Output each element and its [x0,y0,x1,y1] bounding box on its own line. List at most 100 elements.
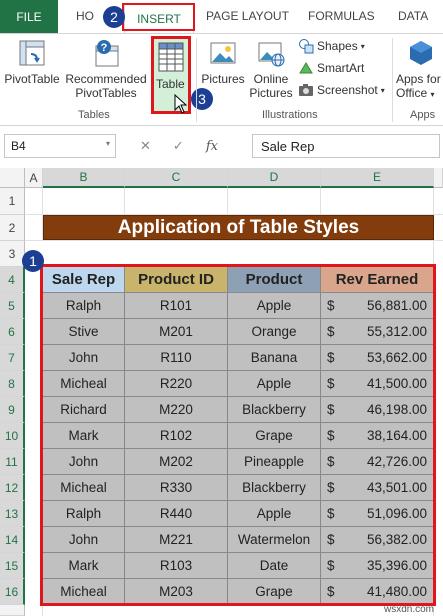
column-header[interactable]: D [228,168,321,188]
row-header[interactable]: 16 [0,579,25,605]
name-box[interactable]: B4 [4,134,116,158]
table-cell[interactable]: R103 [125,553,228,579]
table-cell-currency[interactable]: $55,312.00 [321,319,434,345]
online-pictures-icon [258,42,285,67]
apps-for-office-button[interactable]: Apps for Office ▾ [396,38,443,102]
table-cell[interactable]: Grape [228,423,321,449]
recommended-pivottables-button[interactable]: ? Recommended PivotTables [62,38,150,100]
table-cell[interactable]: R440 [125,501,228,527]
table-cell[interactable]: Micheal [43,579,125,605]
table-cell[interactable]: Apple [228,501,321,527]
row-header[interactable]: 7 [0,345,25,371]
row-header[interactable]: 4 [0,267,25,293]
table-cell-currency[interactable]: $56,881.00 [321,293,434,319]
table-cell[interactable]: John [43,345,125,371]
table-cell[interactable]: Banana [228,345,321,371]
table-cell[interactable]: R110 [125,345,228,371]
table-cell[interactable]: M201 [125,319,228,345]
table-cell[interactable]: Mark [43,553,125,579]
table-cell[interactable]: M202 [125,449,228,475]
row-header[interactable]: 8 [0,371,25,397]
table-cell[interactable]: Grape [228,579,321,605]
column-header[interactable]: C [125,168,228,188]
table-cell[interactable]: Apple [228,371,321,397]
shapes-button[interactable]: Shapes ▾ [298,38,365,54]
row-header[interactable]: 14 [0,527,25,553]
table-header-cell[interactable]: Product ID [125,267,228,293]
table-cell[interactable]: M220 [125,397,228,423]
table-cell-currency[interactable]: $41,500.00 [321,371,434,397]
row-header[interactable]: 1 [0,188,25,215]
table-cell[interactable]: R101 [125,293,228,319]
table-cell[interactable]: Orange [228,319,321,345]
row-header[interactable]: 12 [0,475,25,501]
pivottable-button[interactable]: PivotTable [4,38,60,86]
row-header[interactable]: 6 [0,319,25,345]
table-cell-currency[interactable]: $43,501.00 [321,475,434,501]
tab-data[interactable]: DATA [398,9,428,23]
table-cell[interactable]: R220 [125,371,228,397]
tab-file[interactable]: FILE [0,0,58,33]
table-header-cell[interactable]: Rev Earned [321,267,434,293]
smartart-button[interactable]: SmartArt [298,60,364,76]
formula-input[interactable]: Sale Rep [252,134,440,158]
table-cell-currency[interactable]: $38,164.00 [321,423,434,449]
table-button[interactable]: Table [151,36,191,114]
enter-icon[interactable]: ✓ [173,138,184,154]
table-cell[interactable]: Ralph [43,293,125,319]
tab-page-layout[interactable]: PAGE LAYOUT [206,9,289,23]
column-header[interactable]: A [25,168,43,188]
currency-symbol: $ [327,402,335,417]
table-cell-currency[interactable]: $53,662.00 [321,345,434,371]
table-header-cell[interactable]: Sale Rep [43,267,125,293]
table-cell[interactable]: Mark [43,423,125,449]
table-cell[interactable]: Blackberry [228,475,321,501]
table-cell[interactable]: R102 [125,423,228,449]
table-cell-currency[interactable]: $35,396.00 [321,553,434,579]
table-cell-currency[interactable]: $51,096.00 [321,501,434,527]
row-header[interactable]: 13 [0,501,25,527]
table-cell[interactable]: John [43,449,125,475]
tab-home[interactable]: HO [76,9,94,23]
pictures-button[interactable]: Pictures [200,38,246,86]
screenshot-button[interactable]: Screenshot ▾ [298,82,385,98]
smartart-label: SmartArt [317,61,365,75]
insert-function-icon[interactable]: fx [206,139,218,154]
table-cell[interactable]: Date [228,553,321,579]
cancel-icon[interactable]: ✕ [140,138,151,154]
table-cell[interactable]: John [43,527,125,553]
online-pictures-button[interactable]: Online Pictures [248,38,294,100]
ribbon-tab-bar: FILE HO INSERT PAGE LAYOUT FORMULAS DATA… [0,0,443,34]
column-header[interactable]: B [43,168,125,188]
table-cell[interactable]: Apple [228,293,321,319]
table-cell[interactable]: Blackberry [228,397,321,423]
table-cell[interactable]: Stive [43,319,125,345]
row-header[interactable]: 9 [0,397,25,423]
table-cell[interactable]: M221 [125,527,228,553]
table-cell-currency[interactable]: $46,198.00 [321,397,434,423]
row-header[interactable]: 10 [0,423,25,449]
table-cell[interactable]: Richard [43,397,125,423]
column-header[interactable]: E [321,168,434,188]
row-header[interactable]: 11 [0,449,25,475]
row-header[interactable]: 2 [0,215,25,241]
table-cell[interactable]: Micheal [43,371,125,397]
table-cell[interactable]: M203 [125,579,228,605]
table-header-cell[interactable]: Product [228,267,321,293]
tab-formulas[interactable]: FORMULAS [308,9,375,23]
formula-bar-buttons: ✕ ✓ fx [140,134,248,158]
name-box-dropdown-icon[interactable]: ▾ [106,139,110,148]
table-cell-currency[interactable]: $42,726.00 [321,449,434,475]
row-header[interactable] [0,605,25,616]
table-cell[interactable]: Micheal [43,475,125,501]
table-cell-currency[interactable]: $56,382.00 [321,527,434,553]
column-header[interactable] [434,168,443,188]
row-header[interactable]: 15 [0,553,25,579]
table-cell-currency[interactable]: $41,480.00 [321,579,434,605]
row-header[interactable]: 5 [0,293,25,319]
table-cell[interactable]: Ralph [43,501,125,527]
table-cell[interactable]: Watermelon [228,527,321,553]
select-all-corner[interactable] [0,168,25,188]
table-cell[interactable]: R330 [125,475,228,501]
table-cell[interactable]: Pineapple [228,449,321,475]
